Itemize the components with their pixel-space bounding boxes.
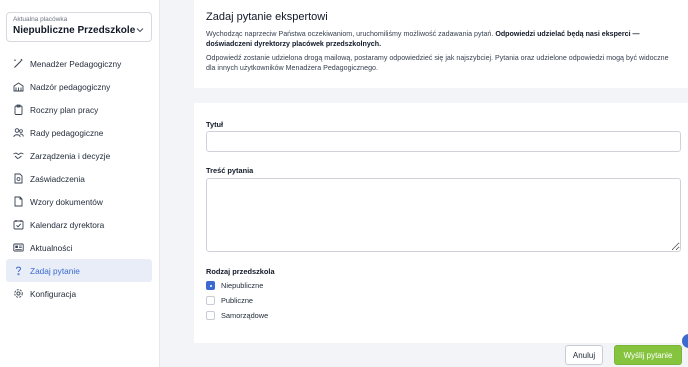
radio-checked[interactable]	[206, 281, 215, 290]
facility-label: Aktualna placówka	[13, 16, 68, 23]
page-title: Zadaj pytanie ekspertowi	[206, 11, 328, 23]
type-label: Rodzaj przedszkola	[206, 267, 275, 276]
question-icon	[13, 265, 24, 276]
sidebar-item-label: Kalendarz dyrektora	[30, 219, 105, 230]
sidebar-item-label: Roczny plan pracy	[30, 104, 99, 115]
wand-icon	[13, 58, 24, 69]
question-form: Tytuł Treść pytania Rodzaj przedszkola N…	[194, 103, 688, 343]
sidebar-item-zadaj-pytanie[interactable]: Zadaj pytanie	[6, 259, 152, 282]
sidebar-item-label: Rady pedagogiczne	[30, 127, 104, 138]
intro-text: Wychodząc naprzeciw Państwa oczekiwaniom…	[206, 30, 496, 38]
sidebar-item-konfiguracja[interactable]: Konfiguracja	[6, 282, 152, 305]
title-input[interactable]	[206, 131, 681, 152]
intro-paragraph-1: Wychodząc naprzeciw Państwa oczekiwaniom…	[206, 29, 676, 49]
radio-unchecked[interactable]	[206, 296, 215, 305]
radio-unchecked[interactable]	[206, 311, 215, 320]
sidebar-item-label: Zarządzenia i decyzje	[30, 150, 111, 161]
clipboard-icon	[13, 104, 24, 115]
content-label: Treść pytania	[206, 166, 254, 175]
certificate-icon	[13, 173, 24, 184]
handshake-icon	[13, 150, 24, 161]
sidebar-item-label: Aktualności	[30, 242, 73, 253]
sidebar-item-kalendarz-dyrektora[interactable]: Kalendarz dyrektora	[6, 213, 152, 236]
sidebar-item-menadzer-pedagogiczny[interactable]: Menadżer Pedagogiczny	[6, 52, 152, 75]
intro-paragraph-2: Odpowiedź zostanie udzielona drogą mailo…	[206, 54, 669, 72]
option-publiczne[interactable]: Publiczne	[206, 296, 253, 305]
people-icon	[13, 127, 24, 138]
content-textarea[interactable]	[206, 178, 681, 252]
document-icon	[13, 196, 24, 207]
sidebar-item-zaswiadczenia[interactable]: Zaświadczenia	[6, 167, 152, 190]
sidebar-item-label: Wzory dokumentów	[30, 196, 103, 207]
option-samorzadowe[interactable]: Samorządowe	[206, 311, 268, 320]
title-label: Tytuł	[206, 120, 224, 129]
submit-question-button[interactable]: Wyślij pytanie	[614, 345, 682, 365]
sidebar-item-zarzadzenia-i-decyzje[interactable]: Zarządzenia i decyzje	[6, 144, 152, 167]
facility-selector[interactable]: Aktualna placówka Niepubliczne Przedszko…	[6, 12, 152, 42]
option-label: Publiczne	[221, 296, 254, 305]
gear-icon	[13, 288, 24, 299]
sidebar-item-nadzor-pedagogiczny[interactable]: Nadzór pedagogiczny	[6, 75, 152, 98]
sidebar-item-rady-pedagogiczne[interactable]: Rady pedagogiczne	[6, 121, 152, 144]
sidebar-item-label: Menadżer Pedagogiczny	[30, 58, 122, 69]
facility-value: Niepubliczne Przedszkole...	[13, 25, 135, 36]
sidebar-item-label: Nadzór pedagogiczny	[30, 81, 111, 92]
sidebar-item-roczny-plan-pracy[interactable]: Roczny plan pracy	[6, 98, 152, 121]
option-label: Samorządowe	[221, 311, 269, 320]
sidebar: Aktualna placówka Niepubliczne Przedszko…	[0, 0, 160, 367]
chevron-down-icon	[135, 22, 145, 33]
option-niepubliczne[interactable]: Niepubliczne	[206, 281, 263, 290]
sidebar-nav: Menadżer Pedagogiczny Nadzór pedagogiczn…	[6, 52, 152, 305]
sidebar-item-label: Konfiguracja	[30, 288, 77, 299]
sidebar-item-label: Zaświadczenia	[30, 173, 85, 184]
sidebar-item-label: Zadaj pytanie	[30, 265, 80, 276]
sidebar-item-aktualnosci[interactable]: Aktualności	[6, 236, 152, 259]
news-icon	[13, 242, 24, 253]
building-icon	[13, 81, 24, 92]
intro-card: Zadaj pytanie ekspertowi Wychodząc naprz…	[194, 0, 688, 88]
sidebar-item-wzory-dokumentow[interactable]: Wzory dokumentów	[6, 190, 152, 213]
cancel-button[interactable]: Anuluj	[565, 345, 603, 365]
option-label: Niepubliczne	[221, 281, 264, 290]
calendar-check-icon	[13, 219, 24, 230]
